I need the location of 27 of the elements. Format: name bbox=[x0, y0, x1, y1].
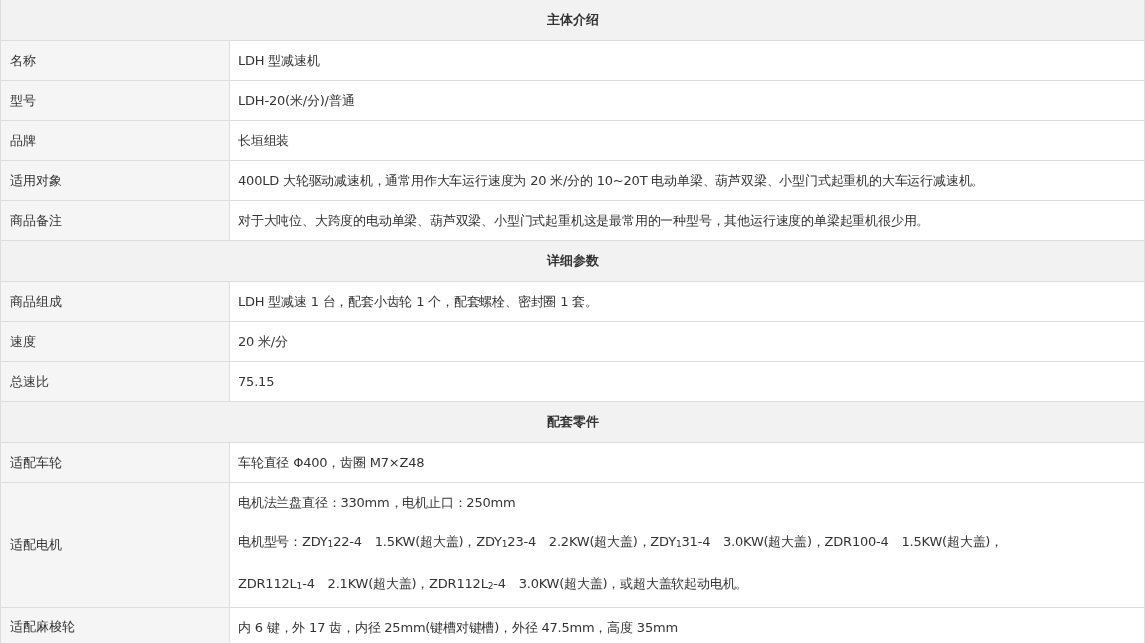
row-value: LDH-20(米/分)/普通 bbox=[238, 92, 356, 110]
row-label: 适用对象 bbox=[1, 161, 230, 200]
row-value: 电机型号：ZDY$_{1}$22-4 1.5KW(超大盖)，ZDY$_{1}$23-4 2.2KW(超大盖)，ZDY$_{1}$31-4 3.0KW(超大盖)，ZDR100-4 1.5KW(超大盖)， bbox=[238, 533, 1004, 552]
row-label: 速度 bbox=[1, 322, 230, 361]
row-value: 对于大吨位、大跨度的电动单梁、葫芦双梁、小型门式起重机这是最常用的一种型号，其他运行速度的单梁起重机很少用。 bbox=[238, 212, 931, 230]
row-label: 适配车轮 bbox=[1, 443, 230, 482]
row-value: LDH 型减速机 bbox=[238, 52, 321, 70]
row-label: 适配电机 bbox=[1, 483, 230, 607]
row-label: 品牌 bbox=[1, 121, 230, 160]
row-value: 75.15 bbox=[238, 373, 276, 391]
row-value: 400LD 大轮驱动减速机，通常用作大车运行速度为 20 米/分的 10~20T 电动单梁、葫芦双梁、小型门式起重机的大车运行减速机。 bbox=[238, 172, 986, 190]
row-value: 20 米/分 bbox=[238, 333, 289, 351]
row-label: 型号 bbox=[1, 81, 230, 120]
row-label: 适配麻梭轮 bbox=[1, 607, 230, 643]
section-heading: 详细参数 bbox=[1, 241, 1144, 282]
row-label: 名称 bbox=[1, 41, 230, 80]
row-value: 长垣组装 bbox=[238, 132, 291, 150]
section-heading: 主体介绍 bbox=[1, 0, 1144, 41]
row-value: 电机法兰盘直径：330mm，电机止口：250mm bbox=[238, 494, 517, 512]
row-value: 车轮直径 Φ400，齿圈 M7×Z48 bbox=[238, 454, 426, 472]
row-label: 商品组成 bbox=[1, 282, 230, 321]
section-heading: 配套零件 bbox=[1, 402, 1144, 443]
row-label: 商品备注 bbox=[1, 201, 230, 240]
row-value: 内 6 键，外 17 齿，内径 25mm(键槽对键槽)，外径 47.5mm，高度 35mm bbox=[238, 618, 679, 637]
row-value: ZDR112L$_{1}$-4 2.1KW(超大盖)，ZDR112L$_{2}$-4 3.0KW(超大盖)，或超大盖软起动电机。 bbox=[238, 575, 750, 594]
row-value: LDH 型减速 1 台，配套小齿轮 1 个，配套螺栓、密封圈 1 套。 bbox=[238, 293, 599, 311]
row-label: 总速比 bbox=[1, 362, 230, 401]
